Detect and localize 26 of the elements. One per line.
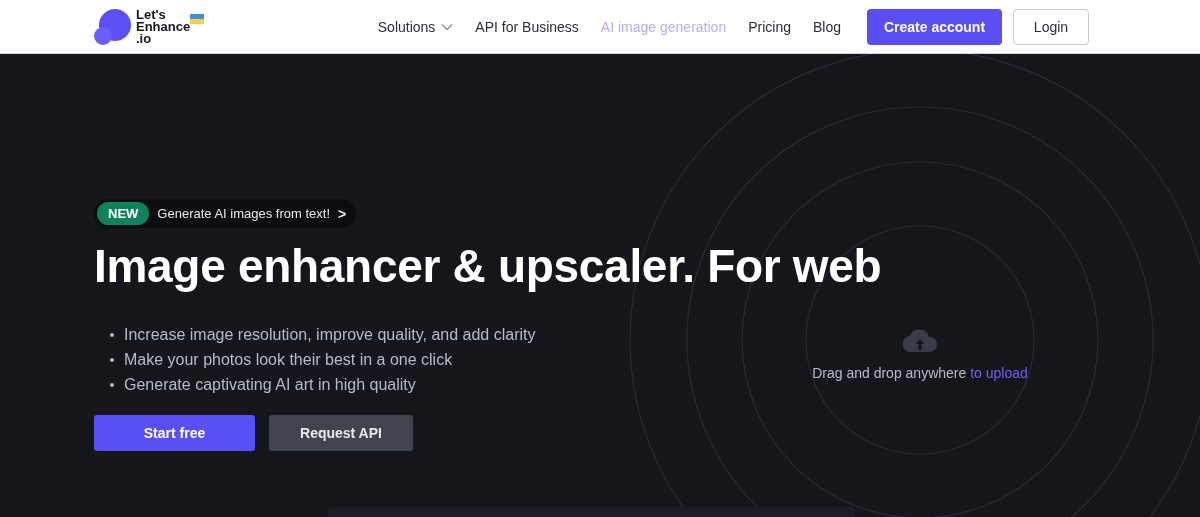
bullet-dot-icon xyxy=(110,357,114,362)
flag-icon xyxy=(190,13,204,24)
logo-wordmark[interactable]: Let's Enhance .io xyxy=(136,8,196,45)
feature-text: Generate captivating AI art in high quality xyxy=(124,375,416,395)
feature-text: Make your photos look their best in a one click xyxy=(124,350,453,370)
bullet-dot-icon xyxy=(110,382,114,387)
bullet-dot-icon xyxy=(110,332,114,337)
login-button[interactable]: Login xyxy=(1013,8,1089,45)
arrow-glyph: > xyxy=(338,205,347,222)
nav-link[interactable]: Blog xyxy=(812,18,841,35)
nav-link[interactable]: Solutions xyxy=(377,18,454,35)
drop-hint: Drag and drop anywhere to upload xyxy=(812,365,1028,381)
feature-text: Increase image resolution, improve quality, and add clarity xyxy=(124,325,536,345)
new-tag: NEW xyxy=(97,202,150,225)
nav-link[interactable]: API for Business xyxy=(475,18,579,35)
announcement-pill[interactable]: NEW Generate AI images from text! > xyxy=(94,199,357,228)
request-api-button[interactable]: Request API xyxy=(269,415,413,451)
start-free-button[interactable]: Start free xyxy=(94,415,255,451)
nav-link[interactable]: Pricing xyxy=(748,18,791,35)
announcement-text: Generate AI images from text! xyxy=(157,206,331,221)
chevron-down-icon xyxy=(441,22,454,31)
logo-blob-icon xyxy=(94,7,132,46)
upload-link[interactable]: to upload xyxy=(970,365,1028,381)
create-account-button[interactable]: Create account xyxy=(867,8,1002,45)
cloud-upload-icon xyxy=(902,329,938,353)
hero-heading: Image enhancer & upscaler. For web xyxy=(94,239,883,294)
